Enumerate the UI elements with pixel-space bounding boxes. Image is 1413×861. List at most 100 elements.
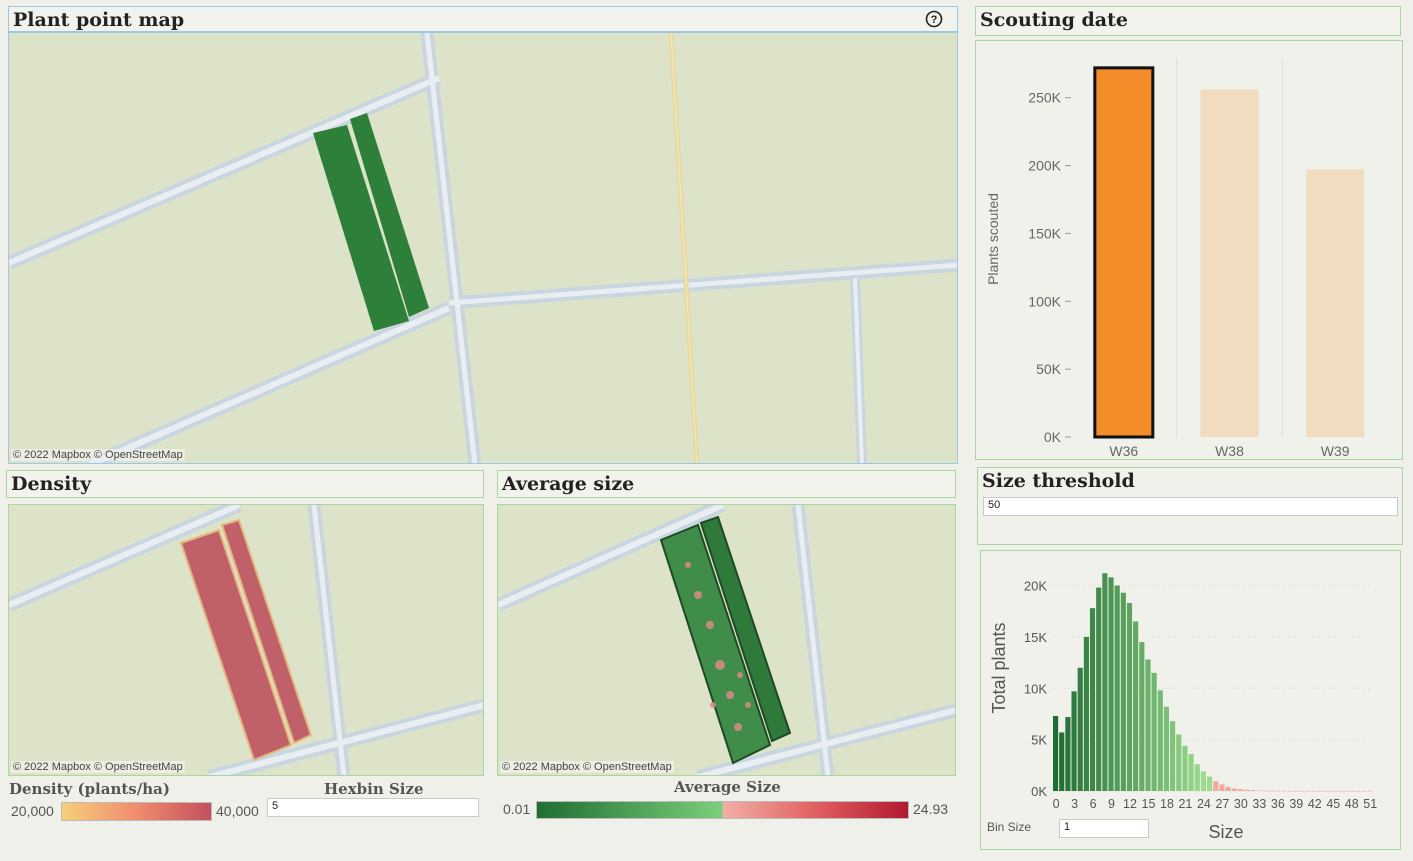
histogram-y-axis-label: Total plants <box>989 622 1009 713</box>
histogram-y-tick-label: 0K <box>1031 784 1047 799</box>
histogram-bar[interactable] <box>1114 585 1120 791</box>
scouting-y-tick-label: 50K <box>1036 361 1062 377</box>
histogram-bar[interactable] <box>1348 790 1354 792</box>
histogram-bar[interactable] <box>1317 790 1324 792</box>
scouting-x-tick-label: W39 <box>1321 443 1350 459</box>
histogram-bar[interactable] <box>1324 790 1330 792</box>
scouting-bar-w38[interactable] <box>1200 89 1259 438</box>
density-map[interactable]: © 2022 Mapbox © OpenStreetMap <box>8 504 484 776</box>
size-histogram-panel: Total plants Size 0K 5K 10K 15K 20K 0 3 6 9 12 15 1… <box>980 550 1401 850</box>
histogram-y-tick-label: 10K <box>1024 681 1047 696</box>
histogram-bar[interactable] <box>1237 789 1243 791</box>
size-threshold-input[interactable]: 50 <box>983 497 1398 516</box>
histogram-x-tick-label: 18 <box>1160 797 1174 811</box>
histogram-bar[interactable] <box>1083 636 1089 791</box>
histogram-bar[interactable] <box>1207 776 1213 791</box>
density-title: Density <box>11 473 92 495</box>
histogram-bar[interactable] <box>1170 721 1176 791</box>
histogram-bar[interactable] <box>1182 745 1188 791</box>
histogram-bar[interactable] <box>1071 691 1077 791</box>
density-map-canvas <box>9 505 483 775</box>
histogram-bar[interactable] <box>1213 781 1219 791</box>
histogram-x-tick-label: 30 <box>1234 797 1248 811</box>
plant-map-title: Plant point map <box>13 9 185 31</box>
density-title-bar: Density <box>6 470 484 498</box>
hexbin-size-input[interactable]: 5 <box>267 798 479 817</box>
density-map-credit: © 2022 Mapbox © OpenStreetMap <box>11 761 185 773</box>
histogram-bar[interactable] <box>1126 603 1133 791</box>
histogram-bar[interactable] <box>1089 608 1096 791</box>
question-circle-icon[interactable]: ? <box>925 10 943 33</box>
histogram-bar[interactable] <box>1188 754 1194 791</box>
histogram-bar[interactable] <box>1305 790 1311 792</box>
histogram-bar[interactable] <box>1145 659 1151 791</box>
histogram-bar[interactable] <box>1200 771 1206 791</box>
histogram-bar[interactable] <box>1262 790 1268 792</box>
histogram-x-tick-label: 15 <box>1142 797 1156 811</box>
histogram-bar[interactable] <box>1108 577 1114 791</box>
histogram-x-tick-label: 51 <box>1363 797 1377 811</box>
histogram-bar[interactable] <box>1280 790 1287 792</box>
average-size-title: Average size <box>502 473 635 495</box>
histogram-bar[interactable] <box>1065 717 1071 791</box>
histogram-x-tick-label: 3 <box>1071 797 1078 811</box>
histogram-bar[interactable] <box>1287 790 1293 792</box>
histogram-bar[interactable] <box>1268 790 1274 792</box>
histogram-bar[interactable] <box>1243 789 1250 791</box>
histogram-bar[interactable] <box>1157 690 1163 791</box>
average-size-legend-title: Average Size <box>674 778 781 796</box>
histogram-bar[interactable] <box>1194 764 1200 791</box>
histogram-bar[interactable] <box>1219 784 1225 791</box>
histogram-bar[interactable] <box>1225 786 1231 791</box>
histogram-bar[interactable] <box>1311 790 1317 792</box>
histogram-bar[interactable] <box>1176 734 1182 792</box>
average-size-map[interactable]: © 2022 Mapbox © OpenStreetMap <box>497 504 956 776</box>
histogram-bar[interactable] <box>1096 587 1102 791</box>
histogram-bar[interactable] <box>1231 788 1237 791</box>
histogram-bar[interactable] <box>1361 790 1367 792</box>
histogram-bar[interactable] <box>1367 790 1373 792</box>
histogram-bar[interactable] <box>1102 573 1108 791</box>
histogram-x-tick-label: 21 <box>1178 797 1192 811</box>
histogram-bar[interactable] <box>1059 732 1065 791</box>
average-size-legend-max: 24.93 <box>913 801 949 817</box>
plant-point-map[interactable]: © 2022 Mapbox © OpenStreetMap <box>8 32 958 464</box>
histogram-bar[interactable] <box>1139 642 1145 791</box>
histogram-bar[interactable] <box>1299 790 1305 792</box>
scouting-date-chart-panel: Plants scouted 0K 50K 100K 150K 200K 250K W36 W… <box>975 40 1403 460</box>
histogram-x-tick-label: 33 <box>1252 797 1266 811</box>
histogram-bar[interactable] <box>1053 716 1059 791</box>
histogram-bar[interactable] <box>1120 592 1126 791</box>
scouting-y-tick-label: 150K <box>1028 225 1061 241</box>
histogram-x-tick-label: 45 <box>1326 797 1340 811</box>
scouting-x-tick-label: W38 <box>1215 443 1244 459</box>
histogram-bar[interactable] <box>1256 790 1262 791</box>
plant-map-title-bar: Plant point map ? <box>8 6 958 32</box>
svg-text:?: ? <box>931 14 938 26</box>
histogram-bar[interactable] <box>1077 667 1083 791</box>
histogram-bar[interactable] <box>1163 706 1170 791</box>
histogram-bar[interactable] <box>1250 790 1256 791</box>
scouting-bar-w39[interactable] <box>1306 169 1365 437</box>
histogram-bar[interactable] <box>1354 790 1360 792</box>
average-size-legend-min: 0.01 <box>503 801 531 817</box>
scouting-bar-w36[interactable] <box>1093 66 1155 439</box>
histogram-x-tick-label: 27 <box>1215 797 1229 811</box>
histogram-bar[interactable] <box>1151 672 1157 791</box>
density-color-ramp <box>61 802 212 821</box>
histogram-y-tick-label: 15K <box>1024 630 1047 645</box>
plant-map-credit: © 2022 Mapbox © OpenStreetMap <box>11 449 185 461</box>
histogram-bar[interactable] <box>1342 790 1348 792</box>
histogram-bar[interactable] <box>1330 790 1336 792</box>
histogram-bar[interactable] <box>1274 790 1280 792</box>
average-size-title-bar: Average size <box>497 470 956 498</box>
histogram-x-tick-label: 0 <box>1053 797 1060 811</box>
histogram-x-tick-label: 12 <box>1123 797 1137 811</box>
bin-size-input[interactable]: 1 <box>1059 819 1149 838</box>
histogram-bar[interactable] <box>1133 621 1139 792</box>
size-histogram-chart[interactable]: Total plants Size 0K5K10K15K20K0 3 6 9 12 15 1… <box>981 551 1402 851</box>
histogram-bar[interactable] <box>1336 790 1342 792</box>
density-legend-max: 40,000 <box>216 803 259 819</box>
histogram-bar[interactable] <box>1293 790 1299 792</box>
scouting-date-chart[interactable]: Plants scouted 0K 50K 100K 150K 200K 250K W36 W… <box>976 41 1404 461</box>
